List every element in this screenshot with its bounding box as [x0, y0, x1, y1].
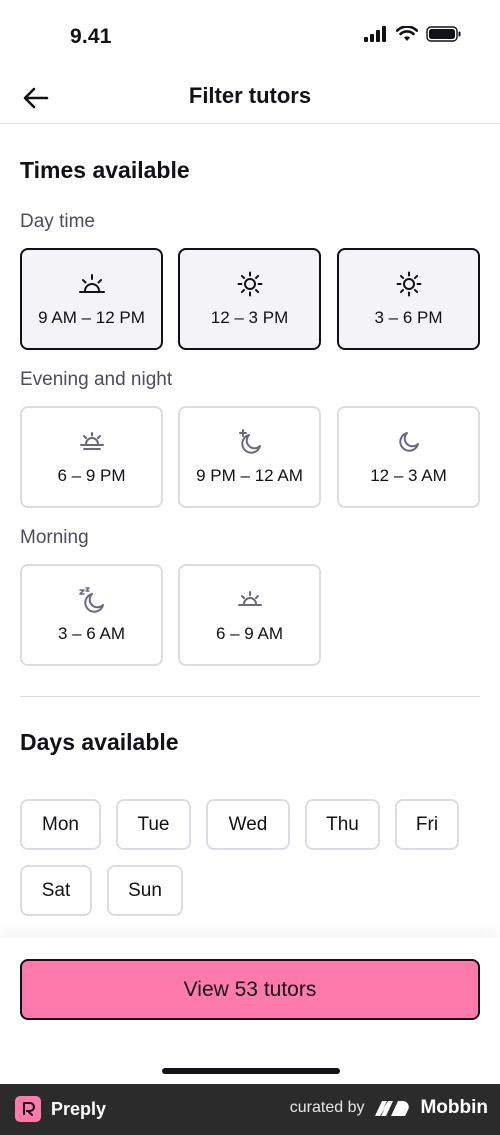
moon-star-icon: [238, 429, 261, 454]
times-available-title: Times available: [20, 157, 190, 183]
time-slot-9pm-12am[interactable]: 9 PM – 12 AM: [178, 406, 321, 508]
day-chip-wed[interactable]: Wed: [206, 799, 290, 850]
bottom-action-bar: View 53 tutors: [0, 938, 500, 1084]
day-chip-thu[interactable]: Thu: [305, 799, 380, 850]
day-time-label: Day time: [20, 211, 95, 232]
time-slot-label: 3 – 6 AM: [57, 624, 126, 643]
curated-by-text: curated by: [289, 1099, 365, 1116]
signal-icon: [364, 26, 386, 42]
moon-icon: [398, 432, 419, 452]
time-slot-label: 9 PM – 12 AM: [196, 466, 303, 485]
section-divider: [20, 696, 480, 697]
mobbin-logo-icon: [375, 1101, 410, 1116]
status-icons: [364, 26, 462, 42]
wifi-icon: [396, 26, 418, 41]
home-indicator: [162, 1068, 340, 1074]
battery-icon: [426, 26, 461, 42]
time-slot-12-3am[interactable]: 12 – 3 AM: [337, 406, 480, 508]
time-slot-label: 12 – 3 PM: [210, 308, 289, 327]
time-slot-label: 3 – 6 PM: [374, 308, 443, 327]
days-available-title: Days available: [20, 729, 179, 755]
sunrise-icon: [78, 274, 105, 293]
evening-night-label: Evening and night: [20, 369, 173, 390]
footer-bar: Preply curated by Mobbin: [0, 1084, 500, 1135]
mobbin-name: Mobbin: [420, 1097, 488, 1118]
time-slot-9am-12pm[interactable]: 9 AM – 12 PM: [20, 248, 163, 350]
day-chip-tue[interactable]: Tue: [116, 799, 191, 850]
time-slot-label: 6 – 9 AM: [215, 624, 284, 643]
nav-header: Filter tutors: [0, 72, 500, 124]
time-slot-label: 12 – 3 AM: [370, 466, 447, 485]
time-slot-3-6pm[interactable]: 3 – 6 PM: [337, 248, 480, 350]
time-slot-3-6am[interactable]: 3 – 6 AM: [20, 564, 163, 666]
sunset-icon: [79, 432, 104, 450]
moon-sleep-icon: [78, 587, 104, 613]
sunrise-icon: [237, 591, 262, 606]
day-chip-mon[interactable]: Mon: [20, 799, 101, 850]
preply-brand: Preply: [15, 1096, 106, 1122]
status-bar: 9.41: [0, 0, 500, 72]
preply-logo-icon: [15, 1096, 41, 1122]
preply-name: Preply: [51, 1098, 107, 1119]
view-tutors-button[interactable]: View 53 tutors: [20, 959, 480, 1020]
time-slot-12-3pm[interactable]: 12 – 3 PM: [178, 248, 321, 350]
morning-label: Morning: [20, 527, 89, 548]
sun-icon: [237, 271, 262, 297]
time-slot-label: 6 – 9 PM: [57, 466, 126, 485]
day-chip-fri[interactable]: Fri: [395, 799, 459, 850]
day-chip-sat[interactable]: Sat: [20, 865, 92, 916]
time-slot-6-9am[interactable]: 6 – 9 AM: [178, 564, 321, 666]
status-time: 9.41: [70, 25, 112, 48]
day-chip-sun[interactable]: Sun: [107, 865, 183, 916]
sun-icon: [396, 271, 421, 297]
time-slot-label: 9 AM – 12 PM: [38, 308, 145, 327]
mobbin-credit: curated by Mobbin: [290, 1097, 488, 1119]
time-slot-6-9pm[interactable]: 6 – 9 PM: [20, 406, 163, 508]
page-title: Filter tutors: [188, 83, 312, 108]
